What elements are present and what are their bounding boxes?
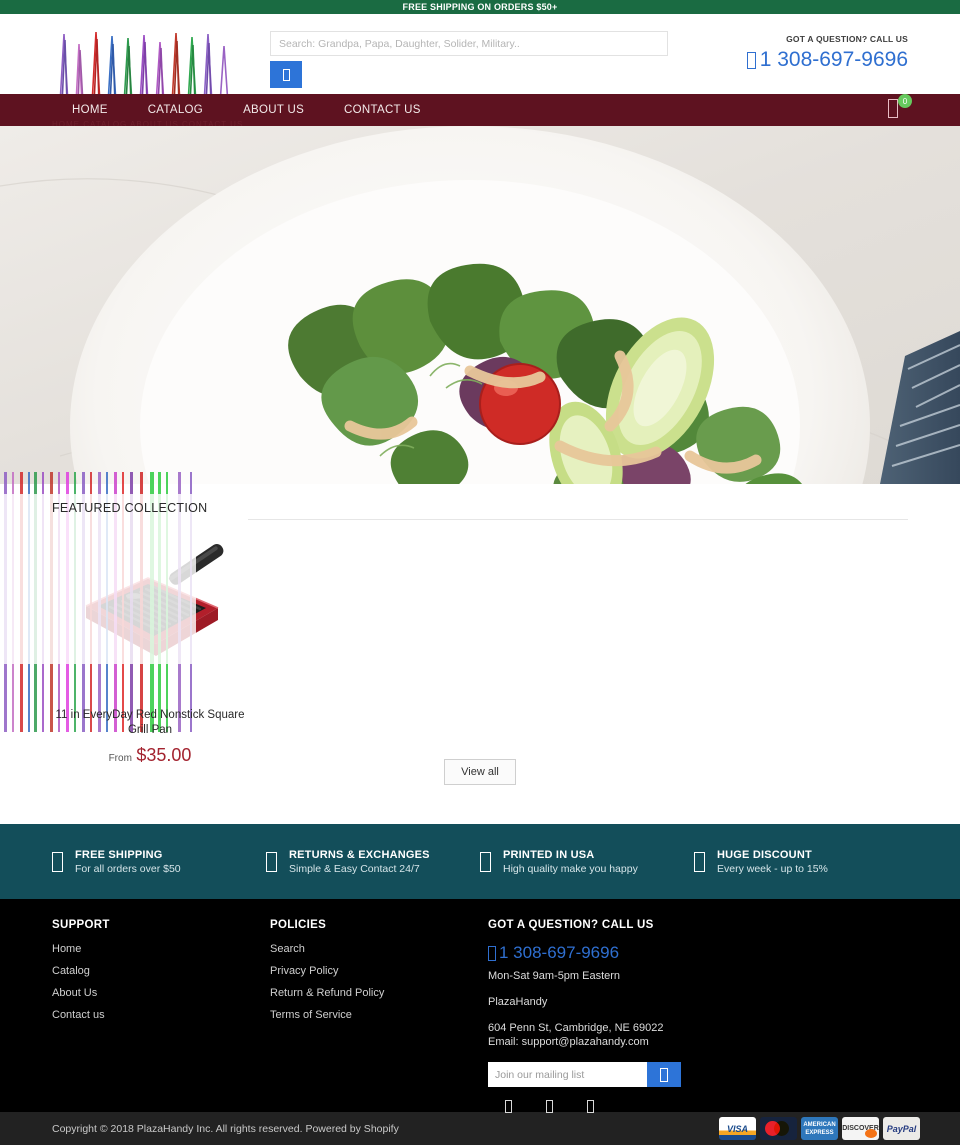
feature-title: RETURNS & EXCHANGES <box>289 848 430 861</box>
nav-item-home[interactable]: HOME <box>52 104 128 116</box>
refresh-icon <box>266 851 277 872</box>
footer-link-privacy-policy[interactable]: Privacy Policy <box>270 965 488 977</box>
hero-image <box>0 126 960 484</box>
site-header: GOT A QUESTION? CALL US 1 308-697-9696 <box>0 14 960 105</box>
instagram-icon[interactable] <box>587 1100 594 1113</box>
footer-columns: SUPPORT Home Catalog About Us Contact us… <box>52 919 908 1113</box>
footer-phone-link[interactable]: 1 308-697-9696 <box>488 943 788 963</box>
nav-item-about-us[interactable]: ABOUT US <box>223 104 324 116</box>
search-button[interactable] <box>270 61 302 88</box>
payment-icon-discover: DISCOVER <box>842 1117 879 1140</box>
nav-link-about-us[interactable]: ABOUT US <box>223 104 324 116</box>
footer-column-policies: POLICIES Search Privacy Policy Return & … <box>270 919 488 1113</box>
newsletter-submit-button[interactable] <box>647 1062 681 1087</box>
footer-column-support: SUPPORT Home Catalog About Us Contact us <box>52 919 270 1113</box>
product-name: 11 in EveryDay Red Nonstick Square Grill… <box>55 709 245 736</box>
search-icon <box>282 68 290 81</box>
featured-collection-section: FEATURED COLLECTION 11 in EveryDay Red N… <box>0 472 960 824</box>
facebook-icon[interactable] <box>505 1100 512 1113</box>
social-links <box>505 1100 788 1113</box>
feature-subtitle: Simple & Easy Contact 24/7 <box>289 862 420 875</box>
feature-returns-exchanges: RETURNS & EXCHANGES Simple & Easy Contac… <box>266 849 480 875</box>
price-prefix: From <box>108 753 132 764</box>
feature-subtitle: Every week - up to 15% <box>717 862 828 875</box>
payment-icon-paypal: PayPal <box>883 1117 920 1140</box>
feature-subtitle: For all orders over $50 <box>75 862 181 875</box>
footer-link-about-us[interactable]: About Us <box>52 987 270 999</box>
product-image[interactable] <box>52 504 248 700</box>
footer-contact-title: GOT A QUESTION? CALL US <box>488 919 654 931</box>
newsletter-form <box>488 1062 681 1087</box>
nav-item-contact-us[interactable]: CONTACT US <box>324 104 441 116</box>
tag-icon <box>694 851 705 872</box>
payment-icon-amex: AMERICAN EXPRESS <box>801 1117 838 1140</box>
feature-subtitle: High quality make you happy <box>503 862 638 875</box>
copyright-text: Copyright © 2018 PlazaHandy Inc. All rig… <box>52 1122 399 1135</box>
feature-huge-discount: HUGE DISCOUNT Every week - up to 15% <box>694 849 908 875</box>
footer-policies-title: POLICIES <box>270 919 327 931</box>
feature-title: PRINTED IN USA <box>503 848 595 861</box>
feature-free-shipping: FREE SHIPPING For all orders over $50 <box>52 849 266 875</box>
footer-phone-number: 1 308-697-9696 <box>499 943 620 962</box>
view-all-button[interactable]: View all <box>444 759 516 785</box>
search-form <box>270 31 668 88</box>
payment-icon-mastercard <box>760 1117 797 1140</box>
feature-title: FREE SHIPPING <box>75 848 163 861</box>
feature-title: HUGE DISCOUNT <box>717 848 812 861</box>
header-phone-number: 1 308-697-9696 <box>759 48 908 71</box>
features-bar: FREE SHIPPING For all orders over $50 RE… <box>0 824 960 899</box>
hero-banner[interactable] <box>0 126 960 484</box>
product-card[interactable]: 11 in EveryDay Red Nonstick Square Grill… <box>52 504 248 766</box>
truck-icon <box>52 851 63 872</box>
phone-icon <box>488 945 496 961</box>
footer-link-catalog[interactable]: Catalog <box>52 965 270 977</box>
footer-support-title: SUPPORT <box>52 919 110 931</box>
featured-title: FEATURED COLLECTION <box>52 501 208 515</box>
main-navigation: HOME CATALOG ABOUT US CONTACT US HOME CA… <box>0 94 960 129</box>
header-call-us: GOT A QUESTION? CALL US 1 308-697-9696 <box>746 34 908 72</box>
footer-link-contact-us[interactable]: Contact us <box>52 1009 270 1021</box>
copyright-bar: Copyright © 2018 PlazaHandy Inc. All rig… <box>0 1112 960 1145</box>
footer-email: Email: support@plazahandy.com <box>488 1036 649 1048</box>
search-input[interactable] <box>270 31 668 56</box>
announcement-bar: FREE SHIPPING ON ORDERS $50+ <box>0 0 960 14</box>
header-phone-link[interactable]: 1 308-697-9696 <box>746 48 908 72</box>
send-icon <box>660 1067 668 1082</box>
flag-icon <box>480 851 491 872</box>
call-us-label: GOT A QUESTION? CALL US <box>786 34 908 44</box>
discover-orb-icon <box>865 1129 877 1138</box>
footer-link-home[interactable]: Home <box>52 943 270 955</box>
nav-link-catalog[interactable]: CATALOG <box>128 104 223 116</box>
phone-icon <box>746 51 756 69</box>
footer-address: 604 Penn St, Cambridge, NE 69022 <box>488 1022 664 1034</box>
nav-item-catalog[interactable]: CATALOG <box>128 104 223 116</box>
footer-link-terms-of-service[interactable]: Terms of Service <box>270 1009 488 1021</box>
newsletter-email-input[interactable] <box>488 1062 647 1087</box>
cart-icon <box>888 99 898 118</box>
product-price: From $35.00 <box>52 745 248 766</box>
grill-pan-image <box>52 504 248 700</box>
cart-button[interactable]: 0 <box>888 94 912 123</box>
footer-column-contact: GOT A QUESTION? CALL US 1 308-697-9696 M… <box>488 919 788 1113</box>
footer-link-search[interactable]: Search <box>270 943 488 955</box>
cart-count-badge: 0 <box>898 94 912 108</box>
feature-printed-in-usa: PRINTED IN USA High quality make you hap… <box>480 849 694 875</box>
site-footer: SUPPORT Home Catalog About Us Contact us… <box>0 899 960 1113</box>
footer-link-return-refund-policy[interactable]: Return & Refund Policy <box>270 987 488 999</box>
footer-brand-name: PlazaHandy <box>488 996 548 1008</box>
footer-hours: Mon-Sat 9am-5pm Eastern <box>488 970 621 982</box>
nav-list: HOME CATALOG ABOUT US CONTACT US <box>52 104 441 116</box>
nav-link-home[interactable]: HOME <box>52 104 128 116</box>
price-value: $35.00 <box>136 745 192 765</box>
nav-link-contact-us[interactable]: CONTACT US <box>324 104 441 116</box>
announcement-text: FREE SHIPPING ON ORDERS $50+ <box>402 2 558 12</box>
payment-methods: VISA AMERICAN EXPRESS DISCOVER PayPal <box>719 1117 920 1140</box>
payment-icon-visa: VISA <box>719 1117 756 1140</box>
twitter-icon[interactable] <box>546 1100 553 1113</box>
